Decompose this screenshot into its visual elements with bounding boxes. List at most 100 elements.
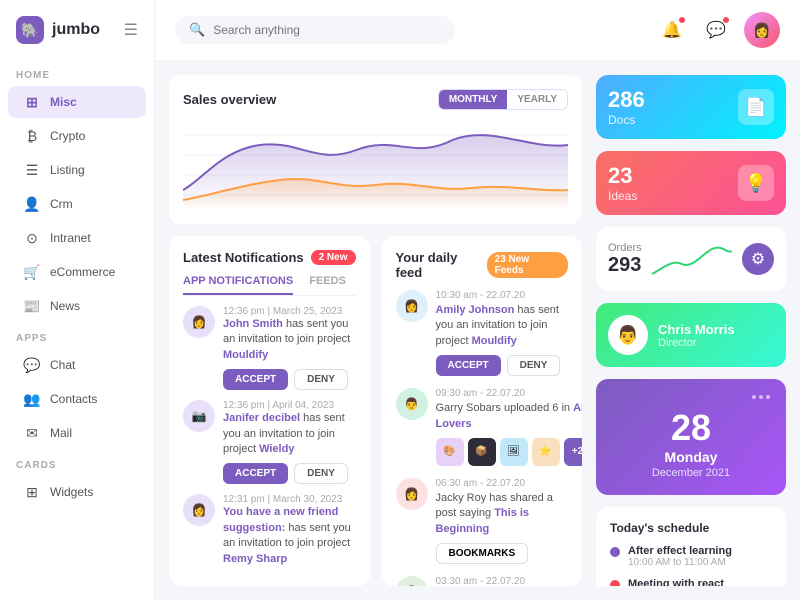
feed-avatar: 👨 [396, 388, 428, 420]
ideas-label: Ideas [608, 189, 637, 203]
deny-button[interactable]: DENY [294, 463, 348, 484]
dot3 [766, 395, 770, 399]
accept-button[interactable]: ACCEPT [223, 463, 288, 484]
orders-chart [652, 239, 732, 279]
feed-text: Garry Sobars uploaded 6 in Art Lovers [436, 401, 583, 432]
stats-row: 286 Docs 📄 [596, 75, 786, 139]
user-avatar[interactable]: 👩 [744, 12, 780, 48]
feed-image-more: +2 [564, 438, 583, 466]
notif-actions: ACCEPT DENY [223, 463, 356, 484]
feed-author-link[interactable]: Amily Johnson [436, 304, 515, 316]
deny-button[interactable]: DENY [294, 369, 348, 390]
docs-stat-card: 286 Docs 📄 [596, 75, 786, 139]
feed-item: 👩 10:30 am - 22.07.20 Amily Johnson has … [396, 290, 569, 376]
monthly-toggle[interactable]: MONTHLY [439, 90, 508, 109]
logo-area: 🐘 jumbo ☰ [0, 16, 154, 60]
notif-avatar: 👩 [183, 306, 215, 338]
sidebar-item-contacts[interactable]: 👥 Contacts [8, 383, 146, 415]
feed-image-3: 🖼 [500, 438, 528, 466]
sidebar-item-misc[interactable]: ⊞ Misc [8, 86, 146, 118]
orders-card: Orders 293 ⚙ [596, 227, 786, 291]
new-badge: 2 New [311, 250, 356, 265]
notif-actions: ACCEPT DENY [223, 369, 356, 390]
notifications-header: Latest Notifications 2 New [183, 250, 356, 265]
logo-text: jumbo [52, 21, 100, 39]
feed-project-link[interactable]: Mouldify [472, 335, 517, 347]
dot2 [759, 395, 763, 399]
feed-content: 03:30 am - 22.07.20 Joe Root has sent yo… [436, 576, 569, 586]
notif-time: 12:31 pm | March 30, 2023 [223, 494, 356, 505]
feed-content: 10:30 am - 22.07.20 Amily Johnson has se… [436, 290, 569, 376]
ideas-value: 23 [608, 163, 637, 189]
sidebar-item-ecommerce[interactable]: 🛒 eCommerce [8, 256, 146, 288]
feed-item: 👨 09:30 am - 22.07.20 Garry Sobars uploa… [396, 388, 569, 466]
chat-icon: 💬 [24, 357, 40, 373]
notifications-bell-button[interactable]: 🔔 [656, 14, 688, 46]
toggle-group: MONTHLY YEARLY [438, 89, 568, 110]
feed-author: Garry Sobars [436, 402, 501, 414]
feed-image-4: ⭐ [532, 438, 560, 466]
feed-content: 09:30 am - 22.07.20 Garry Sobars uploade… [436, 388, 583, 466]
search-bar[interactable]: 🔍 [175, 16, 455, 44]
notif-project-link[interactable]: Mouldify [223, 349, 268, 361]
sidebar-item-label: News [50, 299, 80, 313]
sidebar-item-intranet[interactable]: ⊙ Intranet [8, 222, 146, 254]
intranet-icon: ⊙ [24, 230, 40, 246]
notif-text: Janifer decibel has sent you an invitati… [223, 411, 356, 457]
feed-time: 03:30 am - 22.07.20 [436, 576, 569, 586]
schedule-title: Today's schedule [610, 521, 772, 535]
hamburger-icon[interactable]: ☰ [124, 20, 138, 40]
feed-author: Jacky Roy [436, 492, 487, 504]
sidebar-item-widgets[interactable]: ⊞ Widgets [8, 476, 146, 508]
calendar-day-number: 28 [612, 407, 770, 449]
schedule-item: Meeting with react development team 1:00… [610, 578, 772, 586]
feed-post-link[interactable]: This is Beginning [436, 507, 530, 534]
bookmark-button[interactable]: BOOKMARKS [436, 543, 529, 564]
sidebar-item-label: eCommerce [50, 265, 115, 279]
schedule-item-content: After effect learning 10:00 AM to 11:00 … [628, 545, 732, 568]
tab-app-notifications[interactable]: APP NOTIFICATIONS [183, 275, 293, 295]
contacts-icon: 👥 [24, 391, 40, 407]
calendar-day-name: Monday [612, 449, 770, 465]
sidebar-item-label: Contacts [50, 392, 97, 406]
notif-author-link[interactable]: John Smith [223, 318, 283, 330]
feed-text: Jacky Roy has shared a post saying This … [436, 491, 569, 537]
sidebar-item-news[interactable]: 📰 News [8, 290, 146, 322]
gear-button[interactable]: ⚙ [742, 243, 774, 275]
search-input[interactable] [213, 23, 441, 37]
sidebar-item-label: Crypto [50, 129, 85, 143]
sidebar-item-crm[interactable]: 👤 Crm [8, 188, 146, 220]
yearly-toggle[interactable]: YEARLY [507, 90, 567, 109]
calendar-card: 28 Monday December 2021 [596, 379, 786, 495]
person-info: Chris Morris Director [658, 322, 735, 349]
accept-button[interactable]: ACCEPT [223, 369, 288, 390]
sidebar-item-label: Chat [50, 358, 75, 372]
tab-feeds[interactable]: FEEDS [309, 275, 346, 295]
notif-suggestion-link[interactable]: You have a new friend suggestion: [223, 506, 338, 533]
feed-title: Your daily feed [396, 250, 487, 280]
section-label-cards: CARDS [0, 450, 154, 475]
mail-icon: ✉ [24, 425, 40, 441]
messages-button[interactable]: 💬 [700, 14, 732, 46]
notifications-title: Latest Notifications [183, 250, 304, 265]
ideas-stat-card: 23 Ideas 💡 [596, 151, 786, 215]
crm-icon: 👤 [24, 196, 40, 212]
sidebar-item-crypto[interactable]: ₿ Crypto [8, 120, 146, 152]
notif-text: You have a new friend suggestion: has se… [223, 505, 356, 567]
notif-person-link[interactable]: Remy Sharp [223, 553, 287, 565]
notif-project-link[interactable]: Wieldy [259, 443, 294, 455]
deny-button[interactable]: DENY [507, 355, 561, 376]
feed-images: 🎨 📦 🖼 ⭐ +2 [436, 438, 583, 466]
sidebar-item-listing[interactable]: ☰ Listing [8, 154, 146, 186]
sidebar-item-chat[interactable]: 💬 Chat [8, 349, 146, 381]
notif-author-link[interactable]: Janifer decibel [223, 412, 300, 424]
sidebar-item-mail[interactable]: ✉ Mail [8, 417, 146, 449]
message-badge [722, 16, 730, 24]
schedule-item: After effect learning 10:00 AM to 11:00 … [610, 545, 772, 568]
schedule-item-content: Meeting with react development team 1:00… [628, 578, 772, 586]
accept-button[interactable]: ACCEPT [436, 355, 501, 376]
section-label-home: HOME [0, 60, 154, 85]
feed-header: Your daily feed 23 New Feeds [396, 250, 569, 280]
notif-text: John Smith has sent you an invitation to… [223, 317, 356, 363]
notif-content: 12:36 pm | April 04, 2023 Janifer decibe… [223, 400, 356, 484]
